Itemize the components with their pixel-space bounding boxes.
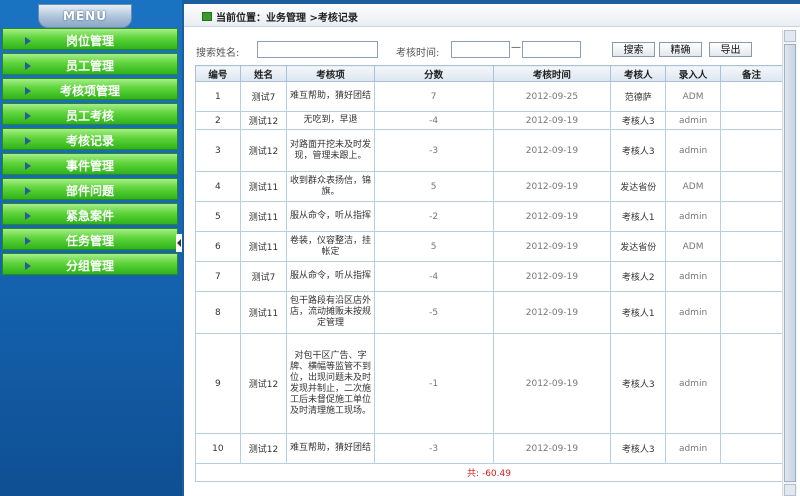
table-row[interactable]: 8 测试11 包干路段有沿区店外店，流动摊贩未按规定管理 -5 2012-09-19…: [195, 291, 784, 334]
main-panel: 当前位置：业务管理 >考核记录 搜索姓名: 考核时间: — 搜索 精确 导出 编…: [184, 4, 800, 496]
sidebar: MENU 岗位管理 员工管理 考核项管理 员工考核 考核记录 事件管理 部件问题…: [0, 0, 182, 496]
scroll-up-button[interactable]: [784, 30, 796, 42]
sidebar-item-task-management[interactable]: 任务管理: [2, 228, 178, 250]
sidebar-item-staff-assessment[interactable]: 员工考核: [2, 103, 178, 125]
sidebar-item-event-management[interactable]: 事件管理: [2, 153, 178, 175]
table-row[interactable]: 5 测试11 服从命令，听从指挥 -2 2012-09-19 考核人1 admin: [195, 201, 784, 232]
name-label: 搜索姓名:: [196, 48, 240, 59]
table-row[interactable]: 10 测试12 难互帮助，猜好团结 -3 2012-09-19 考核人3 admin: [195, 433, 784, 464]
export-button[interactable]: 导出: [709, 42, 752, 57]
time-from-input[interactable]: [451, 41, 510, 58]
col-header-time: 考核时间: [492, 65, 612, 82]
menu-title: MENU: [63, 9, 107, 23]
col-header-assessor: 考核人: [610, 65, 667, 82]
sidebar-item-emergency-cases[interactable]: 紧急案件: [2, 203, 178, 225]
col-header-item: 考核项: [286, 65, 375, 82]
breadcrumb: 当前位置：业务管理 >考核记录: [184, 4, 800, 27]
table-header-row: 编号 姓名 考核项 分数 考核时间 考核人 录入人 备注: [195, 65, 784, 82]
table-row[interactable]: 9 测试12 对包干区广告、字牌、横幅等监管不到位，出现问题未及时发现并制止，二次…: [195, 333, 784, 434]
date-range-separator: —: [511, 42, 521, 53]
table-row[interactable]: 7 测试7 服从命令，听从指挥 -4 2012-09-19 考核人2 admin: [195, 261, 784, 292]
sidebar-item-assessment-records[interactable]: 考核记录: [2, 128, 178, 150]
table-row[interactable]: 1 测试7 难互帮助，猜好团结 7 2012-09-25 范德萨 ADM: [195, 81, 784, 112]
col-header-name: 姓名: [239, 65, 288, 82]
table-row[interactable]: 4 测试11 收到群众表扬信，锦旗。 5 2012-09-19 发达省份 ADM: [195, 171, 784, 202]
name-search-input[interactable]: [257, 41, 378, 58]
scroll-thumb[interactable]: [784, 44, 796, 482]
col-header-note: 备注: [719, 65, 784, 82]
sidebar-item-staff-management[interactable]: 员工管理: [2, 53, 178, 75]
exact-search-button[interactable]: 精确: [659, 42, 702, 57]
scroll-down-button[interactable]: [784, 484, 796, 496]
sidebar-item-post-management[interactable]: 岗位管理: [2, 28, 178, 50]
vertical-scrollbar[interactable]: [782, 30, 797, 496]
table-row[interactable]: 6 测试11 卷装，仪容整洁，挂帐定 5 2012-09-19 发达省份 ADM: [195, 231, 784, 262]
breadcrumb-text: 当前位置：业务管理 >考核记录: [216, 13, 358, 24]
col-header-entry: 录入人: [665, 65, 721, 82]
records-table: 编号 姓名 考核项 分数 考核时间 考核人 录入人 备注 1 测试7 难互帮助，猜…: [195, 65, 784, 482]
search-button[interactable]: 搜索: [612, 42, 655, 57]
col-header-no: 编号: [195, 65, 241, 82]
table-row[interactable]: 3 测试12 对路面开挖未及时发现，管理未跟上。 -3 2012-09-19 考核人3…: [195, 129, 784, 172]
menu-header: MENU: [38, 4, 132, 28]
time-label: 考核时间:: [396, 48, 440, 59]
time-to-input[interactable]: [522, 41, 581, 58]
table-row[interactable]: 2 测试12 无吃到，早退 -4 2012-09-19 考核人3 admin: [195, 111, 784, 130]
location-icon: [202, 12, 212, 21]
col-header-score: 分数: [373, 65, 494, 82]
sidebar-item-group-management[interactable]: 分组管理: [2, 253, 178, 275]
sidebar-item-component-issues[interactable]: 部件问题: [2, 178, 178, 200]
sidebar-collapse-toggle[interactable]: [176, 234, 182, 252]
score-total: 共: -60.49: [195, 463, 783, 482]
search-bar: 搜索姓名: 考核时间: — 搜索 精确 导出: [184, 40, 800, 62]
sidebar-item-assessment-items[interactable]: 考核项管理: [2, 78, 178, 100]
table-total-row: 共: -60.49: [195, 463, 783, 482]
